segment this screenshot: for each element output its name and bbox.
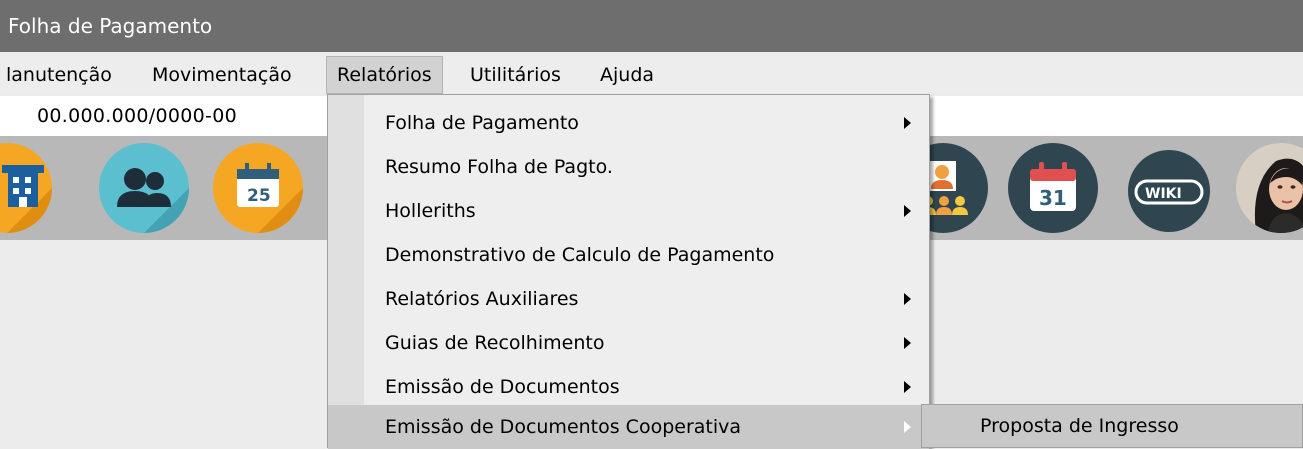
wiki-text: WIKI — [1145, 186, 1182, 202]
menu-manutencao[interactable]: lanutenção — [0, 56, 122, 94]
submenu-arrow-icon — [904, 381, 911, 393]
submenu-arrow-icon — [904, 293, 911, 305]
company-cnpj: 00.000.000/0000-00 — [37, 105, 237, 127]
menu-item-label: Folha de Pagamento — [385, 112, 579, 134]
relatorios-dropdown-menu: Folha de Pagamento Resumo Folha de Pagto… — [327, 94, 930, 449]
building-icon[interactable] — [0, 143, 52, 233]
window-title: Folha de Pagamento — [0, 0, 1303, 52]
menu-item-emissao-documentos-cooperativa[interactable]: Emissão de Documentos Cooperativa — [328, 405, 929, 449]
submenu-arrow-icon — [904, 337, 911, 349]
menu-item-holleriths[interactable]: Holleriths — [328, 189, 929, 233]
calendar-25-text: 25 — [247, 186, 271, 206]
menu-bar: lanutenção Movimentação Relatórios Utili… — [0, 56, 1303, 94]
menu-item-folha-de-pagamento[interactable]: Folha de Pagamento — [328, 101, 929, 145]
submenu-arrow-icon — [904, 421, 911, 433]
menu-item-label: Emissão de Documentos — [385, 376, 620, 398]
menu-ajuda[interactable]: Ajuda — [590, 56, 664, 94]
calendar-25-icon[interactable]: 25 — [213, 143, 303, 233]
calendar-31-icon[interactable]: 31 — [1008, 143, 1098, 233]
menu-item-label: Demonstrativo de Calculo de Pagamento — [385, 244, 775, 266]
menu-item-emissao-de-documentos[interactable]: Emissão de Documentos — [328, 365, 929, 409]
menu-item-label: Relatórios Auxiliares — [385, 288, 579, 310]
menu-item-guias-de-recolhimento[interactable]: Guias de Recolhimento — [328, 321, 929, 365]
cooperativa-submenu: Proposta de Ingresso — [921, 404, 1303, 448]
wiki-icon[interactable]: WIKI — [1128, 150, 1210, 232]
menu-item-label: Holleriths — [385, 200, 476, 222]
users-icon[interactable] — [99, 143, 189, 233]
menu-movimentacao[interactable]: Movimentação — [142, 56, 302, 94]
menu-item-relatorios-auxiliares[interactable]: Relatórios Auxiliares — [328, 277, 929, 321]
menu-utilitarios[interactable]: Utilitários — [460, 56, 571, 94]
menu-item-proposta-de-ingresso[interactable]: Proposta de Ingresso — [922, 405, 1302, 447]
calendar-31-text: 31 — [1039, 186, 1067, 210]
menu-item-label: Resumo Folha de Pagto. — [385, 156, 613, 178]
menu-item-label: Guias de Recolhimento — [385, 332, 605, 354]
menu-item-resumo-folha[interactable]: Resumo Folha de Pagto. — [328, 145, 929, 189]
menu-item-demonstrativo[interactable]: Demonstrativo de Calculo de Pagamento — [328, 233, 929, 277]
submenu-arrow-icon — [904, 205, 911, 217]
menu-item-label: Emissão de Documentos Cooperativa — [385, 416, 742, 438]
submenu-arrow-icon — [904, 117, 911, 129]
menu-relatorios[interactable]: Relatórios — [326, 56, 443, 94]
assistant-avatar[interactable] — [1236, 143, 1303, 233]
